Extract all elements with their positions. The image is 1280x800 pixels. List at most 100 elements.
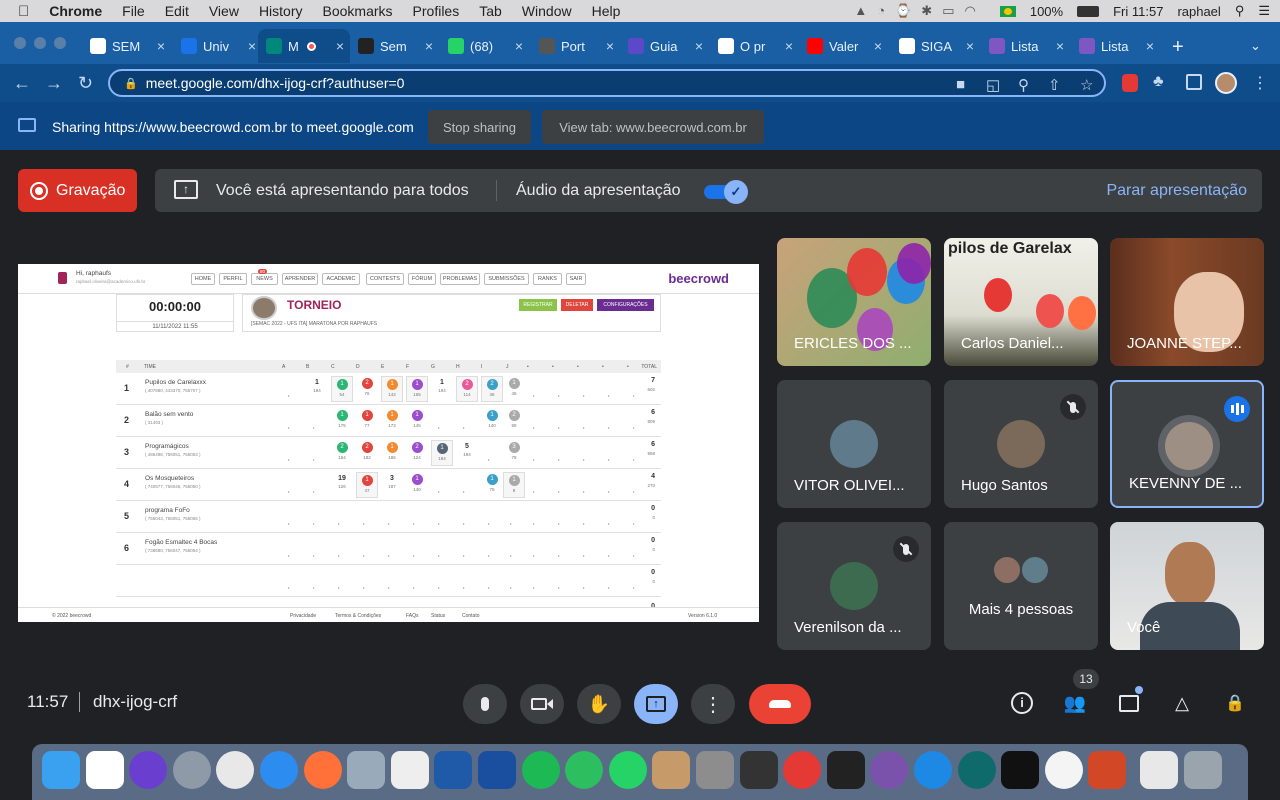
clock[interactable]: Fri 11:57 bbox=[1113, 4, 1163, 19]
problem-cell[interactable]: 1 175 bbox=[331, 408, 353, 434]
participant-tile-kevenny-de[interactable]: KEVENNY DE ... bbox=[1110, 380, 1264, 508]
new-tab-button[interactable]: + bbox=[1172, 36, 1184, 59]
close-tab-icon[interactable]: × bbox=[248, 38, 256, 54]
tab-globe[interactable]: O pr × bbox=[710, 29, 799, 63]
more-options-button[interactable]: ⋮ bbox=[691, 684, 735, 724]
siri-icon[interactable] bbox=[129, 751, 168, 789]
people-button[interactable]: 👥 bbox=[1060, 688, 1090, 718]
activities-button[interactable]: △ bbox=[1167, 688, 1197, 718]
nav-aprender[interactable]: APRENDER bbox=[282, 273, 318, 285]
menu-window[interactable]: Window bbox=[522, 3, 572, 19]
share-icon[interactable]: ⇧ bbox=[1048, 76, 1061, 94]
translate-icon[interactable]: ◱ bbox=[986, 76, 1000, 94]
battery-icon[interactable] bbox=[1077, 5, 1100, 17]
problem-cell[interactable]: 1 173 bbox=[381, 408, 403, 434]
problem-cell[interactable]: 1 142 bbox=[381, 376, 403, 402]
activity-monitor-icon[interactable] bbox=[739, 751, 778, 789]
powerpoint-icon[interactable] bbox=[1088, 751, 1127, 789]
footer-link-terms[interactable]: Termos & Condições bbox=[335, 613, 381, 619]
view-tab-button[interactable]: View tab: www.beecrowd.com.br bbox=[542, 110, 764, 144]
problem-cell[interactable]: 2 154 bbox=[331, 440, 353, 466]
preview-icon[interactable] bbox=[347, 751, 386, 789]
problem-cell[interactable]: 2 36 bbox=[481, 376, 503, 402]
reload-icon[interactable]: ↻ bbox=[78, 73, 93, 94]
nav-frum[interactable]: FÓRUM bbox=[408, 273, 436, 285]
tab-siga[interactable]: SIGA × bbox=[891, 29, 980, 63]
app-icon[interactable] bbox=[478, 751, 516, 789]
battery-percent[interactable]: 100% bbox=[1030, 4, 1063, 19]
team-name[interactable]: Os Mosqueteiros bbox=[145, 475, 194, 482]
present-now-button[interactable]: ↑ bbox=[634, 684, 678, 724]
problem-cell[interactable]: 1 54 bbox=[331, 376, 353, 402]
participant-tile-mais-pessoas[interactable]: Mais 4 pessoas bbox=[944, 522, 1098, 650]
problem-cell[interactable]: 1 77 bbox=[356, 408, 378, 434]
problem-cell[interactable]: 2 182 bbox=[356, 440, 378, 466]
safari-icon[interactable] bbox=[260, 751, 298, 789]
close-tab-icon[interactable]: × bbox=[157, 38, 165, 54]
tab-guide[interactable]: Guia × bbox=[620, 29, 709, 63]
close-tab-icon[interactable]: × bbox=[695, 38, 703, 54]
problem-cell[interactable]: 19 126 bbox=[331, 472, 353, 498]
problem-cell[interactable]: 1 184 bbox=[431, 440, 453, 466]
nav-contests[interactable]: CONTESTS bbox=[366, 273, 404, 285]
menu-file[interactable]: File bbox=[122, 3, 145, 19]
close-tab-icon[interactable]: × bbox=[606, 38, 614, 54]
recording-button[interactable]: Gravação bbox=[18, 169, 137, 212]
close-tab-icon[interactable]: × bbox=[515, 38, 523, 54]
team-name[interactable]: Balão sem vento bbox=[145, 411, 193, 418]
whatsapp-app-icon[interactable] bbox=[608, 751, 647, 789]
camera-indicator-icon[interactable]: ■ bbox=[956, 76, 965, 93]
tab-list[interactable]: Lista × bbox=[981, 29, 1070, 63]
search-icon[interactable]: ⚲ bbox=[1235, 3, 1245, 19]
team-name[interactable]: Programágicos bbox=[145, 443, 189, 450]
evernote-icon[interactable] bbox=[565, 751, 604, 789]
problem-cell[interactable]: 3 78 bbox=[503, 440, 525, 466]
tab-list[interactable]: Lista × bbox=[1071, 29, 1160, 63]
tab-gmail[interactable]: SEM × bbox=[82, 29, 171, 63]
menu-edit[interactable]: Edit bbox=[165, 3, 189, 19]
leave-call-button[interactable] bbox=[749, 684, 811, 724]
problem-cell[interactable]: 1 47 bbox=[356, 472, 378, 498]
scoreboard-row[interactable]: 3 Programágicos ( 486498, 756051, 756053 )… bbox=[116, 437, 661, 469]
close-tab-icon[interactable]: × bbox=[1056, 38, 1064, 54]
footer-link-faqs[interactable]: FAQs bbox=[406, 613, 419, 619]
system-preferences-icon[interactable] bbox=[696, 751, 734, 789]
maps-pin-icon[interactable] bbox=[914, 751, 952, 789]
trash-icon[interactable] bbox=[1183, 751, 1222, 789]
close-tab-icon[interactable]: × bbox=[966, 38, 974, 54]
menu-bookmarks[interactable]: Bookmarks bbox=[323, 3, 393, 19]
status-icons[interactable]: ▲◔⌚✱▭◠ bbox=[854, 3, 985, 19]
nav-sair[interactable]: SAIR bbox=[566, 273, 586, 285]
bookmark-star-icon[interactable]: ☆ bbox=[1080, 76, 1093, 94]
close-tab-icon[interactable]: × bbox=[1146, 38, 1154, 54]
menu-profiles[interactable]: Profiles bbox=[413, 3, 460, 19]
scoreboard-row[interactable]: 2 Balão sem vento( 31493 ) • • • • • • • • • 1 175 1 7… bbox=[116, 405, 661, 437]
problem-cell[interactable]: 1 194 bbox=[306, 376, 328, 402]
problem-cell[interactable]: 2 76 bbox=[356, 376, 378, 402]
participant-tile-verenilson-da[interactable]: Verenilson da ... bbox=[777, 522, 931, 650]
problem-cell[interactable]: 1 194 bbox=[431, 376, 453, 402]
participant-tile-carlos-daniel[interactable]: pilos de Garelax Carlos Daniel... bbox=[944, 238, 1098, 366]
problem-cell[interactable]: 1 145 bbox=[406, 408, 428, 434]
extension-icon[interactable] bbox=[1122, 74, 1138, 92]
app-checkmark-icon[interactable] bbox=[783, 751, 822, 789]
tab-portal[interactable]: Port × bbox=[531, 29, 620, 63]
scoreboard-row[interactable]: 5 programa FoFo ( 756043, 756051, 756056 )… bbox=[116, 501, 661, 533]
delete-button[interactable]: DELETAR bbox=[561, 299, 593, 311]
tab-youtube[interactable]: Valer × bbox=[799, 29, 888, 63]
profile-avatar[interactable] bbox=[1215, 72, 1237, 94]
scoreboard-row[interactable]: 6 Fogão Esmaltec 4 Bocas ( 738680, 756047,… bbox=[116, 533, 661, 565]
zoom-window-icon[interactable] bbox=[54, 37, 66, 49]
nav-submisses[interactable]: SUBMISSÕES bbox=[484, 273, 529, 285]
clock-icon[interactable] bbox=[1044, 751, 1083, 789]
tab-github[interactable]: Sem × bbox=[350, 29, 439, 63]
problem-cell[interactable]: 1 165 bbox=[406, 376, 428, 402]
control-center-icon[interactable]: ☰ bbox=[1258, 3, 1270, 19]
close-tab-icon[interactable]: × bbox=[336, 38, 344, 54]
nav-home[interactable]: HOME bbox=[191, 273, 215, 285]
extensions-puzzle-icon[interactable]: ♣ bbox=[1153, 73, 1164, 91]
menu-history[interactable]: History bbox=[259, 3, 303, 19]
scoreboard-row[interactable]: 1 Pupilos de Carelaxxx ( 407880, 443370, 7… bbox=[116, 373, 661, 405]
problem-cell[interactable]: 2 89 bbox=[503, 408, 525, 434]
url-text[interactable]: meet.google.com/dhx-ijog-crf?authuser=0 bbox=[146, 75, 405, 91]
